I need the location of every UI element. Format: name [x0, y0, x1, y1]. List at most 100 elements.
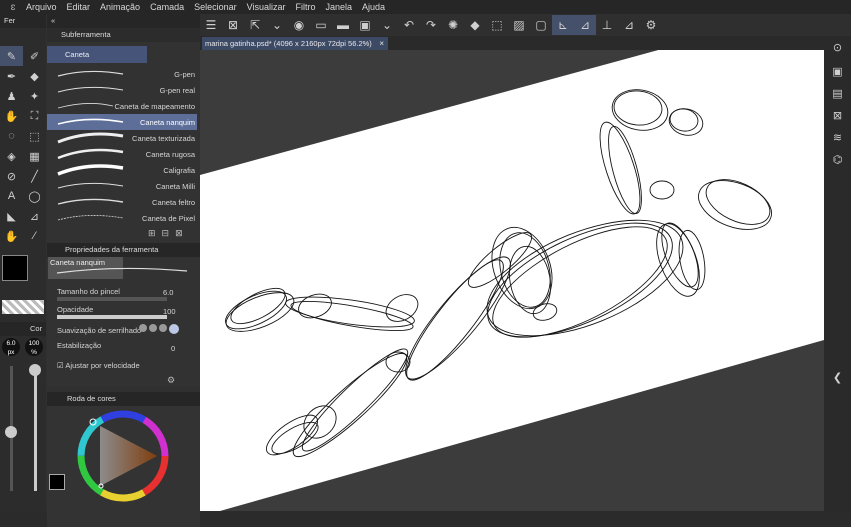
ruler-tool-icon[interactable]: ⊿: [23, 206, 46, 226]
brush-label: G-pen real: [159, 86, 195, 95]
new-file-icon[interactable]: ▭: [310, 15, 332, 35]
props-settings-icon[interactable]: ⚙: [167, 375, 175, 386]
navigator-icon[interactable]: ▤: [824, 82, 851, 104]
close-icon[interactable]: ×: [379, 37, 384, 50]
menu-help[interactable]: Ajuda: [362, 2, 385, 12]
menu-filter[interactable]: Filtro: [295, 2, 315, 12]
undo-icon[interactable]: ↶: [398, 15, 420, 35]
menu-layer[interactable]: Camada: [150, 2, 184, 12]
transparent-swatch[interactable]: [2, 300, 44, 314]
subtool-collapse-bar[interactable]: «: [47, 14, 200, 28]
gradient-tool-icon[interactable]: ▦: [23, 146, 46, 166]
brush-item[interactable]: G-pen real: [47, 82, 197, 98]
brush-tool-icon[interactable]: ✒: [0, 66, 23, 86]
size-slider-handle[interactable]: [5, 426, 17, 438]
opacity-slider-handle[interactable]: [29, 364, 41, 376]
redo-icon[interactable]: ↷: [420, 15, 442, 35]
menu-animation[interactable]: Animação: [100, 2, 140, 12]
menu-view[interactable]: Visualizar: [247, 2, 286, 12]
main-color-swatch[interactable]: [2, 255, 28, 281]
vector-tool-icon[interactable]: ◣: [0, 206, 23, 226]
layers-icon[interactable]: ≋: [824, 126, 851, 148]
opacity-slider[interactable]: [57, 315, 167, 319]
menu-file[interactable]: Arquivo: [26, 2, 57, 12]
open-folder-icon[interactable]: ▬: [332, 15, 354, 35]
eyedropper-tool-icon[interactable]: ⊘: [0, 166, 23, 186]
canvas-area[interactable]: [200, 50, 824, 511]
dropdown-icon[interactable]: ⌄: [266, 15, 288, 35]
pencil-tool-icon[interactable]: ✐: [23, 46, 46, 66]
save-icon[interactable]: ▣: [354, 15, 376, 35]
brush-label: Caneta texturizada: [132, 134, 195, 143]
color-wheel[interactable]: [75, 408, 195, 508]
lasso-tool-icon[interactable]: ◌: [0, 126, 23, 146]
settings-icon[interactable]: ⚙: [640, 15, 662, 35]
blend-tool-icon[interactable]: ✋: [0, 106, 23, 126]
brush-item[interactable]: Caneta de Pixel: [47, 210, 197, 226]
antialias-options[interactable]: [139, 324, 195, 334]
snap-ruler-icon[interactable]: ⊾: [552, 15, 574, 35]
loading-icon[interactable]: ✺: [442, 15, 464, 35]
balloon-tool-icon[interactable]: ◯: [23, 186, 46, 206]
snap-special-ruler-icon[interactable]: ⊿: [574, 15, 596, 35]
command-bar: ☰ ⊠ ⇱ ⌄ ◉ ▭ ▬ ▣ ⌄ ↶ ↷ ✺ ◆ ⬚ ▨ ▢ ⊾ ⊿ ⊥ ⊿ …: [200, 14, 851, 36]
record-icon[interactable]: ◉: [288, 15, 310, 35]
brush-item[interactable]: Caneta Milli: [47, 178, 197, 194]
stabilization-value[interactable]: 0: [171, 344, 175, 353]
airbrush-tool-icon[interactable]: ♟: [0, 86, 23, 106]
brush-item[interactable]: Caneta rugosa: [47, 146, 197, 162]
opacity-badge-unit: %: [31, 349, 37, 356]
collapse-right-icon[interactable]: ❮: [824, 366, 851, 388]
menu-window[interactable]: Janela: [325, 2, 352, 12]
speed-checkbox[interactable]: ☑ Ajustar por velocidade: [57, 361, 140, 370]
canvas-svg[interactable]: [200, 50, 824, 511]
snap-grid-icon[interactable]: ⊥: [596, 15, 618, 35]
search-layer-icon[interactable]: ⊠: [824, 104, 851, 126]
color-wheel-header: Roda de cores: [47, 392, 200, 406]
ruler-icon[interactable]: ⊿: [618, 15, 640, 35]
brush-size-slider[interactable]: [57, 297, 167, 301]
export-icon[interactable]: ⇱: [244, 15, 266, 35]
brush-item[interactable]: Caneta texturizada: [47, 130, 197, 146]
save-dropdown-icon[interactable]: ⌄: [376, 15, 398, 35]
text-tool-icon[interactable]: A: [0, 186, 23, 206]
brush-item[interactable]: G-pen: [47, 66, 197, 82]
invert-icon[interactable]: ▨: [508, 15, 530, 35]
select-tool-icon[interactable]: ⬚: [23, 126, 46, 146]
menu-edit[interactable]: Editar: [67, 2, 91, 12]
subtool-group-header[interactable]: Caneta: [47, 46, 147, 63]
line-tool-icon[interactable]: ╱: [23, 166, 46, 186]
expand-icon[interactable]: ⊙: [824, 36, 851, 58]
subtool-actions[interactable]: ⊞⊟⊠: [148, 228, 200, 240]
brush-size-value[interactable]: 6.0: [163, 288, 173, 297]
eraser-tool-icon[interactable]: ◆: [23, 66, 46, 86]
dropper-tool-icon[interactable]: ⁄: [23, 226, 46, 246]
operation-tool-icon[interactable]: ⛶: [23, 106, 46, 126]
brush-label: Caligrafia: [163, 166, 195, 175]
subtool-title: Subferramenta: [61, 30, 111, 39]
pen-tool-icon[interactable]: ✎: [0, 46, 23, 66]
deselect-icon[interactable]: ▢: [530, 15, 552, 35]
brush-item[interactable]: Caneta feltro: [47, 194, 197, 210]
opacity-slider-track[interactable]: [34, 366, 37, 491]
material-icon[interactable]: ⌬: [824, 148, 851, 170]
menu-icon[interactable]: ☰: [200, 15, 222, 35]
fill-icon[interactable]: ◆: [464, 15, 486, 35]
decoration-tool-icon[interactable]: ✦: [23, 86, 46, 106]
brush-label: G-pen: [174, 70, 195, 79]
document-tab[interactable]: marina gatinha.psd* (4096 x 2160px 72dpi…: [202, 37, 388, 50]
panel-icon[interactable]: ▣: [824, 60, 851, 82]
tool-panel-title: Fer: [4, 16, 16, 25]
hand-tool-icon[interactable]: ✋: [0, 226, 23, 246]
hide-menu-icon[interactable]: ⊠: [222, 15, 244, 35]
subtool-group-title: Caneta: [65, 50, 90, 59]
transform-icon[interactable]: ⬚: [486, 15, 508, 35]
menu-select[interactable]: Selecionar: [194, 2, 237, 12]
brush-item[interactable]: Caligrafia: [47, 162, 197, 178]
color-short-title: Cor: [30, 324, 43, 333]
right-side-bar: ⊙ ▣ ▤ ⊠ ≋ ⌬ ❮: [824, 36, 851, 511]
brush-item-selected[interactable]: Caneta nanquim: [47, 114, 197, 130]
fill-tool-icon[interactable]: ◈: [0, 146, 23, 166]
wheel-main-color[interactable]: [49, 474, 65, 490]
brush-item[interactable]: Caneta de mapeamento: [47, 98, 197, 114]
